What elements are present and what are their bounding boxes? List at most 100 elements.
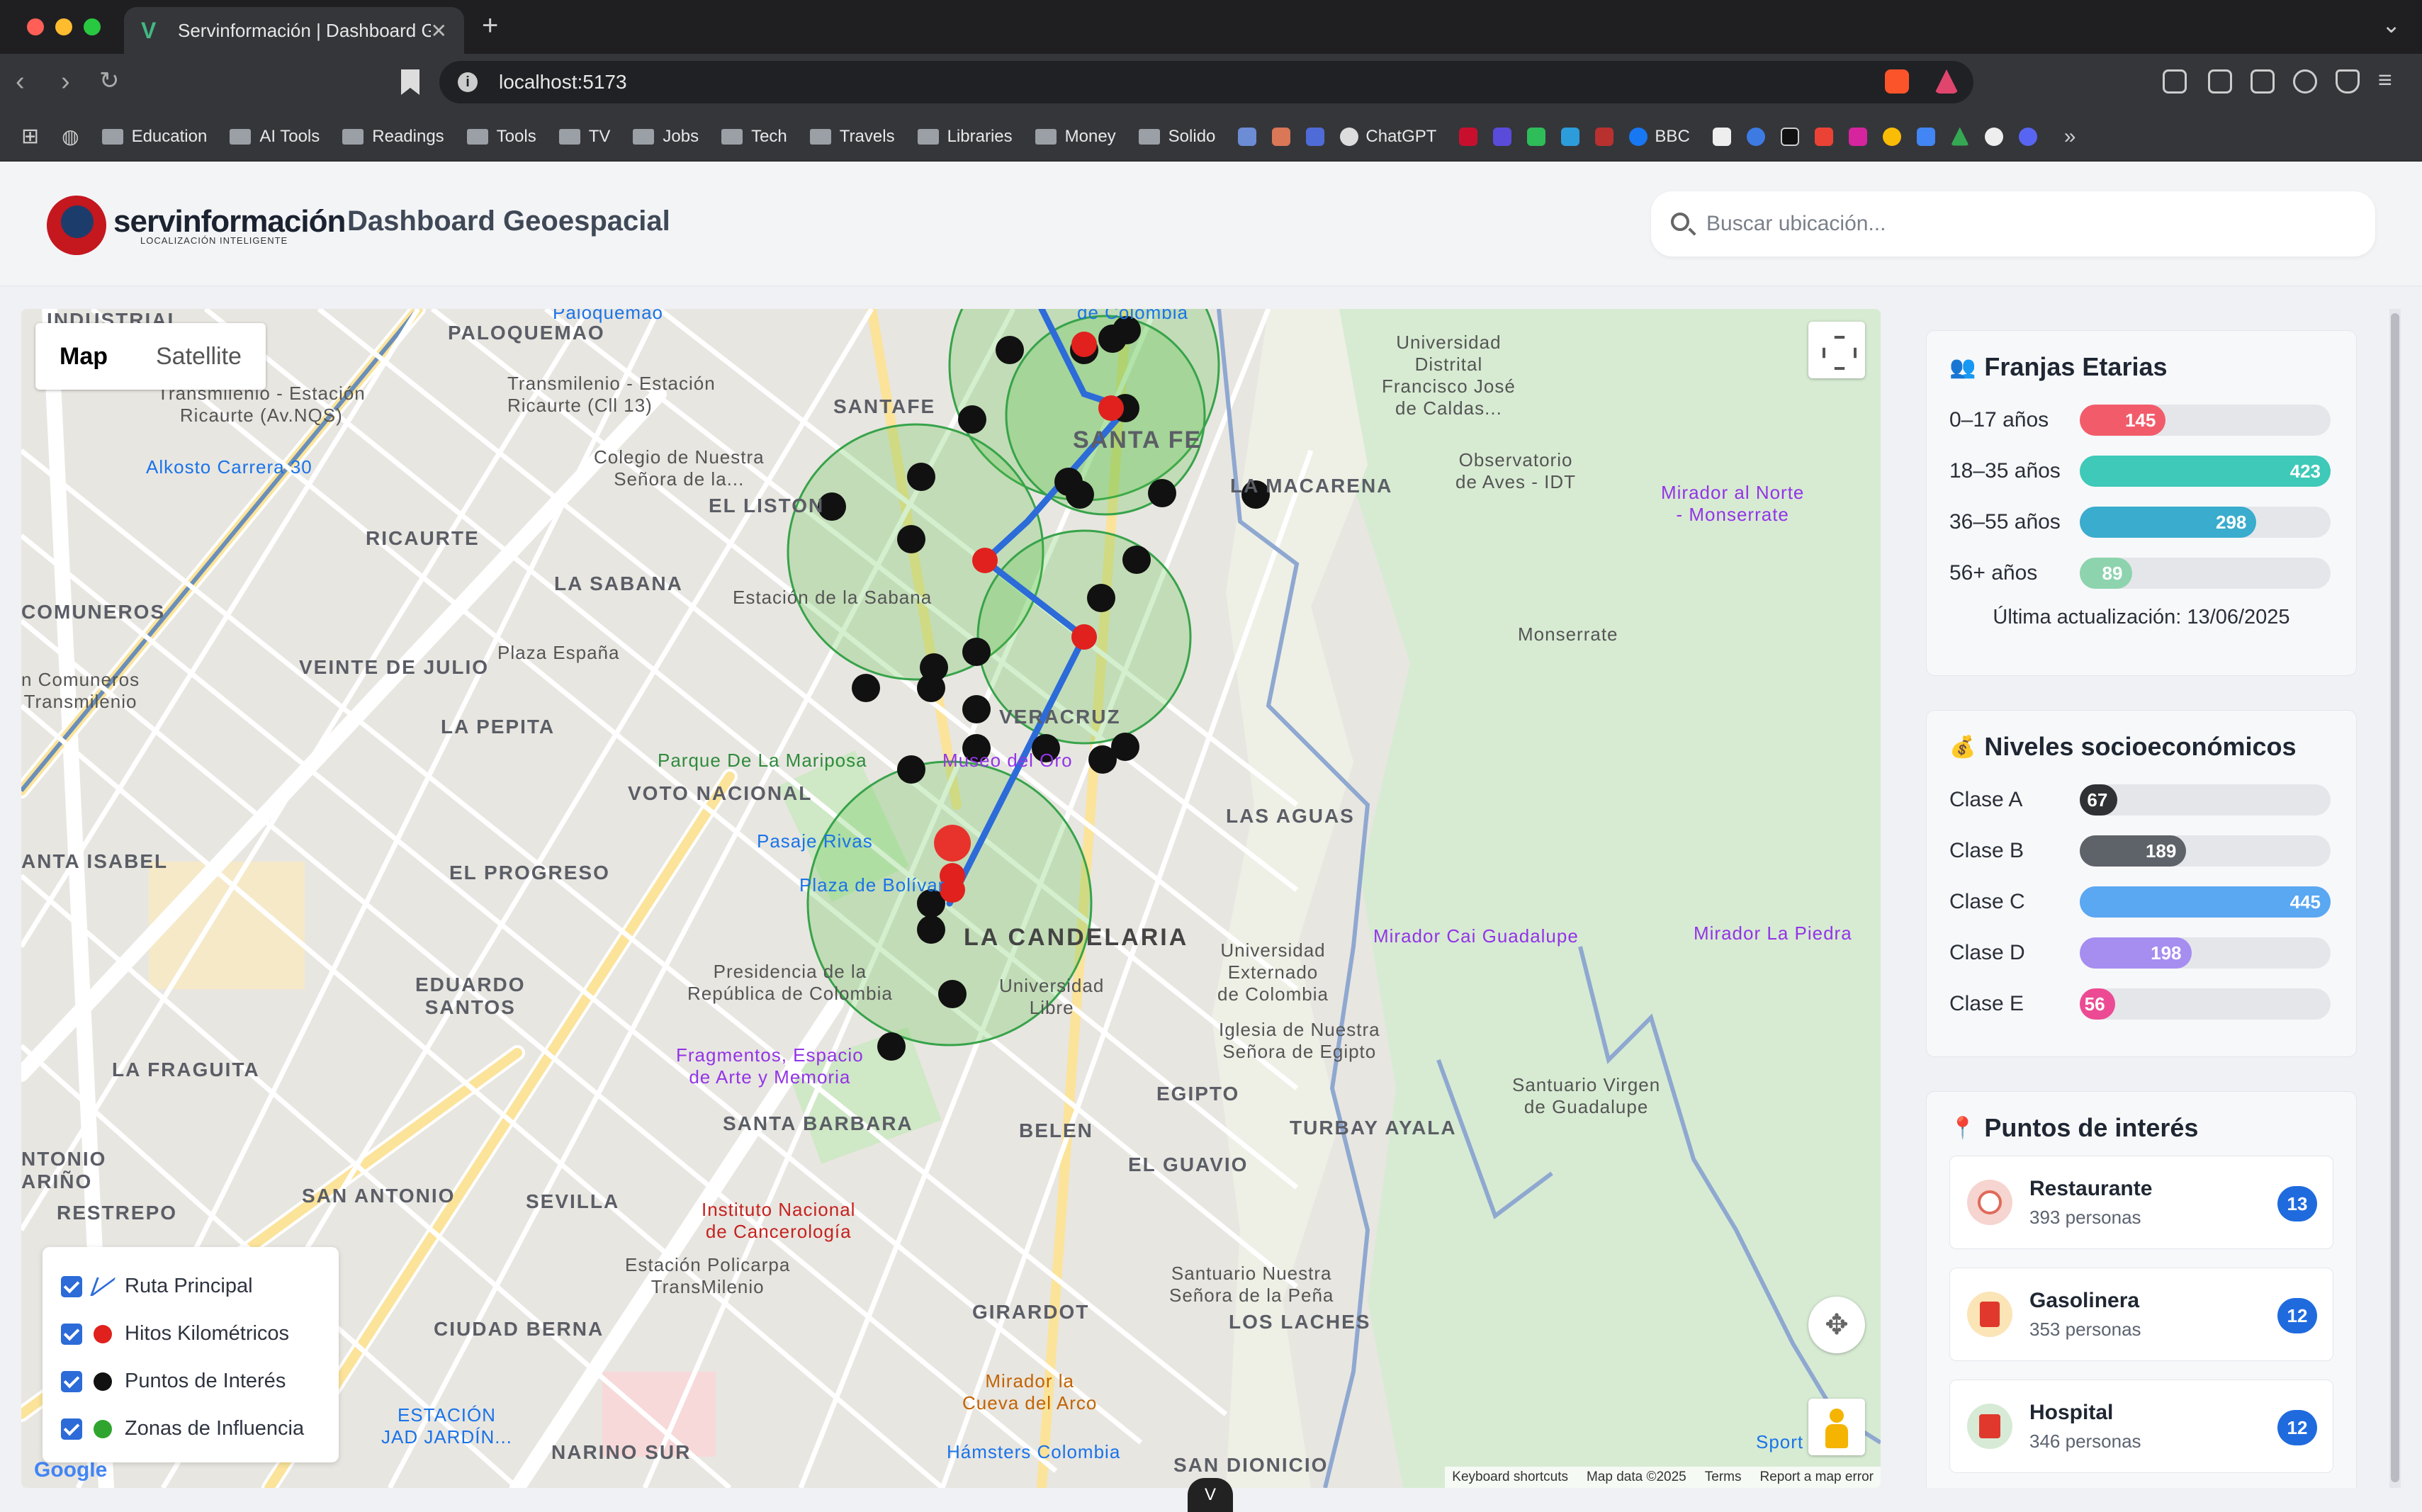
sidebar-icon[interactable] <box>2208 69 2232 94</box>
black-dot-icon <box>94 1372 112 1391</box>
folder-icon <box>917 128 939 145</box>
logo-text: servinformación <box>113 204 346 239</box>
camera-control-icon[interactable]: ✥ <box>1808 1297 1865 1353</box>
bookmark-folder[interactable]: Readings <box>342 127 444 147</box>
scrollbar-thumb[interactable] <box>2391 313 2399 1482</box>
legend-item-poi[interactable]: Puntos de Interés <box>61 1358 320 1405</box>
github-icon[interactable] <box>1984 127 2003 146</box>
report-error-link[interactable]: Report a map error <box>1759 1469 1874 1485</box>
map-label: Universidad Distrital Francisco José de … <box>1382 332 1516 419</box>
folder-icon <box>101 128 123 145</box>
back-icon[interactable]: ‹ <box>16 67 25 97</box>
map-label: BELEN <box>1019 1119 1093 1141</box>
checkbox[interactable] <box>61 1275 82 1297</box>
instagram-icon[interactable] <box>1848 127 1867 146</box>
map-label: Monserrate <box>1518 624 1618 645</box>
bookmark-favicon[interactable] <box>1595 127 1614 146</box>
calendar-icon[interactable] <box>1916 127 1935 146</box>
forward-icon[interactable]: › <box>61 67 70 97</box>
discord-icon[interactable] <box>2018 127 2037 146</box>
address-bar[interactable]: i localhost:5173 <box>439 61 1973 103</box>
wallet-icon[interactable] <box>2251 69 2275 94</box>
poi-item-gas-station[interactable]: Gasolinera 353 personas 12 <box>1949 1268 2333 1361</box>
map-label: SANTA FE <box>1073 427 1202 453</box>
bookmark-icon[interactable] <box>401 69 419 95</box>
map-label: Santuario Virgen de Guadalupe <box>1512 1074 1661 1117</box>
extensions-icon[interactable] <box>2163 69 2187 94</box>
search-box <box>1651 191 2375 256</box>
bookmark-folder[interactable]: Solido <box>1138 127 1215 147</box>
menu-icon[interactable]: ≡ <box>2378 67 2392 94</box>
map-data-text: Map data ©2025 <box>1586 1469 1686 1484</box>
x-icon[interactable] <box>1780 127 1799 146</box>
google-icon[interactable] <box>1882 127 1901 146</box>
bookmark-folder[interactable]: Jobs <box>633 127 699 147</box>
maximize-window-button[interactable] <box>84 18 101 35</box>
fullscreen-icon[interactable] <box>1808 322 1865 378</box>
pegman-icon[interactable] <box>1808 1399 1865 1455</box>
checkbox[interactable] <box>61 1323 82 1345</box>
count-badge: 12 <box>2277 1298 2317 1333</box>
bookmark-folder[interactable]: Libraries <box>917 127 1013 147</box>
gmail-icon[interactable] <box>1814 127 1833 146</box>
tab-close-icon[interactable]: ✕ <box>431 19 447 43</box>
legend-item-km-markers[interactable]: Hitos Kilométricos <box>61 1310 320 1358</box>
bookmark-chatgpt[interactable]: ChatGPT <box>1340 127 1436 147</box>
more-bookmarks-icon[interactable]: » <box>2064 125 2076 149</box>
checkbox[interactable] <box>61 1370 82 1392</box>
bookmark-favicon[interactable] <box>1272 127 1291 146</box>
bookmark-favicon[interactable] <box>1459 127 1478 146</box>
browser-tab[interactable]: V Servinformación | Dashboard G ✕ <box>124 7 464 54</box>
bookmark-favicon[interactable] <box>1493 127 1512 146</box>
close-window-button[interactable] <box>27 18 44 35</box>
map-view[interactable]: INDUSTRIAL PALOQUEMAO Paloquemao de Colo… <box>21 309 1881 1488</box>
map-label: RICAURTE <box>366 527 480 549</box>
terms-link[interactable]: Terms <box>1705 1469 1742 1485</box>
checkbox[interactable] <box>61 1418 82 1440</box>
bookmark-folder[interactable]: AI Tools <box>230 127 320 147</box>
bookmark-folder[interactable]: Money <box>1035 127 1116 147</box>
folder-icon <box>558 128 580 145</box>
tab-search-icon[interactable]: ⌄ <box>2382 11 2401 38</box>
socio-bar-row: Clase B 189 <box>1949 825 2333 876</box>
map-type-map-button[interactable]: Map <box>35 323 132 390</box>
drive-icon[interactable] <box>1950 127 1969 146</box>
green-dot-icon <box>94 1419 112 1438</box>
bookmark-folder[interactable]: Tech <box>721 127 787 147</box>
bookmark-folder[interactable]: TV <box>558 127 610 147</box>
map-label: Mirador la Cueva del Arco <box>962 1370 1098 1414</box>
bookmark-favicon[interactable] <box>1306 127 1325 146</box>
minimize-window-button[interactable] <box>55 18 72 35</box>
search-input[interactable] <box>1706 212 2330 236</box>
bookmark-favicon[interactable] <box>1746 127 1765 146</box>
bookmark-favicon[interactable] <box>1561 127 1580 146</box>
poi-item-restaurant[interactable]: Restaurante 393 personas 13 <box>1949 1156 2333 1249</box>
leo-ai-icon[interactable] <box>2293 69 2317 94</box>
bookmark-favicon[interactable] <box>1238 127 1257 146</box>
socio-bar-label: Clase A <box>1949 788 2023 811</box>
brave-shield-icon[interactable] <box>1885 69 1909 94</box>
site-info-icon[interactable]: i <box>458 72 478 92</box>
legend-item-zones[interactable]: Zonas de Influencia <box>61 1405 320 1452</box>
legend-item-route[interactable]: Ruta Principal <box>61 1263 320 1310</box>
poi-item-hospital[interactable]: Hospital 346 personas 12 <box>1949 1380 2333 1473</box>
globe-icon[interactable]: ◍ <box>62 125 79 148</box>
vue-devtools-icon[interactable]: V <box>1188 1478 1233 1512</box>
sidebar-scrollbar[interactable] <box>2389 309 2401 1488</box>
bookmark-folder[interactable]: Travels <box>809 127 895 147</box>
bookmark-bbc[interactable]: BBC <box>1629 127 1690 147</box>
bookmark-favicon[interactable] <box>1527 127 1546 146</box>
bookmark-folder[interactable]: Tools <box>466 127 536 147</box>
vpn-icon[interactable] <box>2336 69 2360 94</box>
keyboard-shortcuts-link[interactable]: Keyboard shortcuts <box>1452 1469 1568 1485</box>
map-type-satellite-button[interactable]: Satellite <box>132 323 266 390</box>
bookmark-favicon[interactable] <box>1712 127 1731 146</box>
reload-icon[interactable]: ↻ <box>99 67 120 95</box>
new-tab-button[interactable]: + <box>482 10 498 42</box>
map-label: Hámsters Colombia <box>947 1441 1121 1462</box>
socio-bar-fill: 189 <box>2080 835 2187 867</box>
bookmark-folder[interactable]: Education <box>101 127 207 147</box>
map-label: SANTAFE <box>833 395 936 417</box>
apps-icon[interactable]: ⊞ <box>21 124 39 149</box>
socio-bar-row: Clase A 67 <box>1949 774 2333 825</box>
